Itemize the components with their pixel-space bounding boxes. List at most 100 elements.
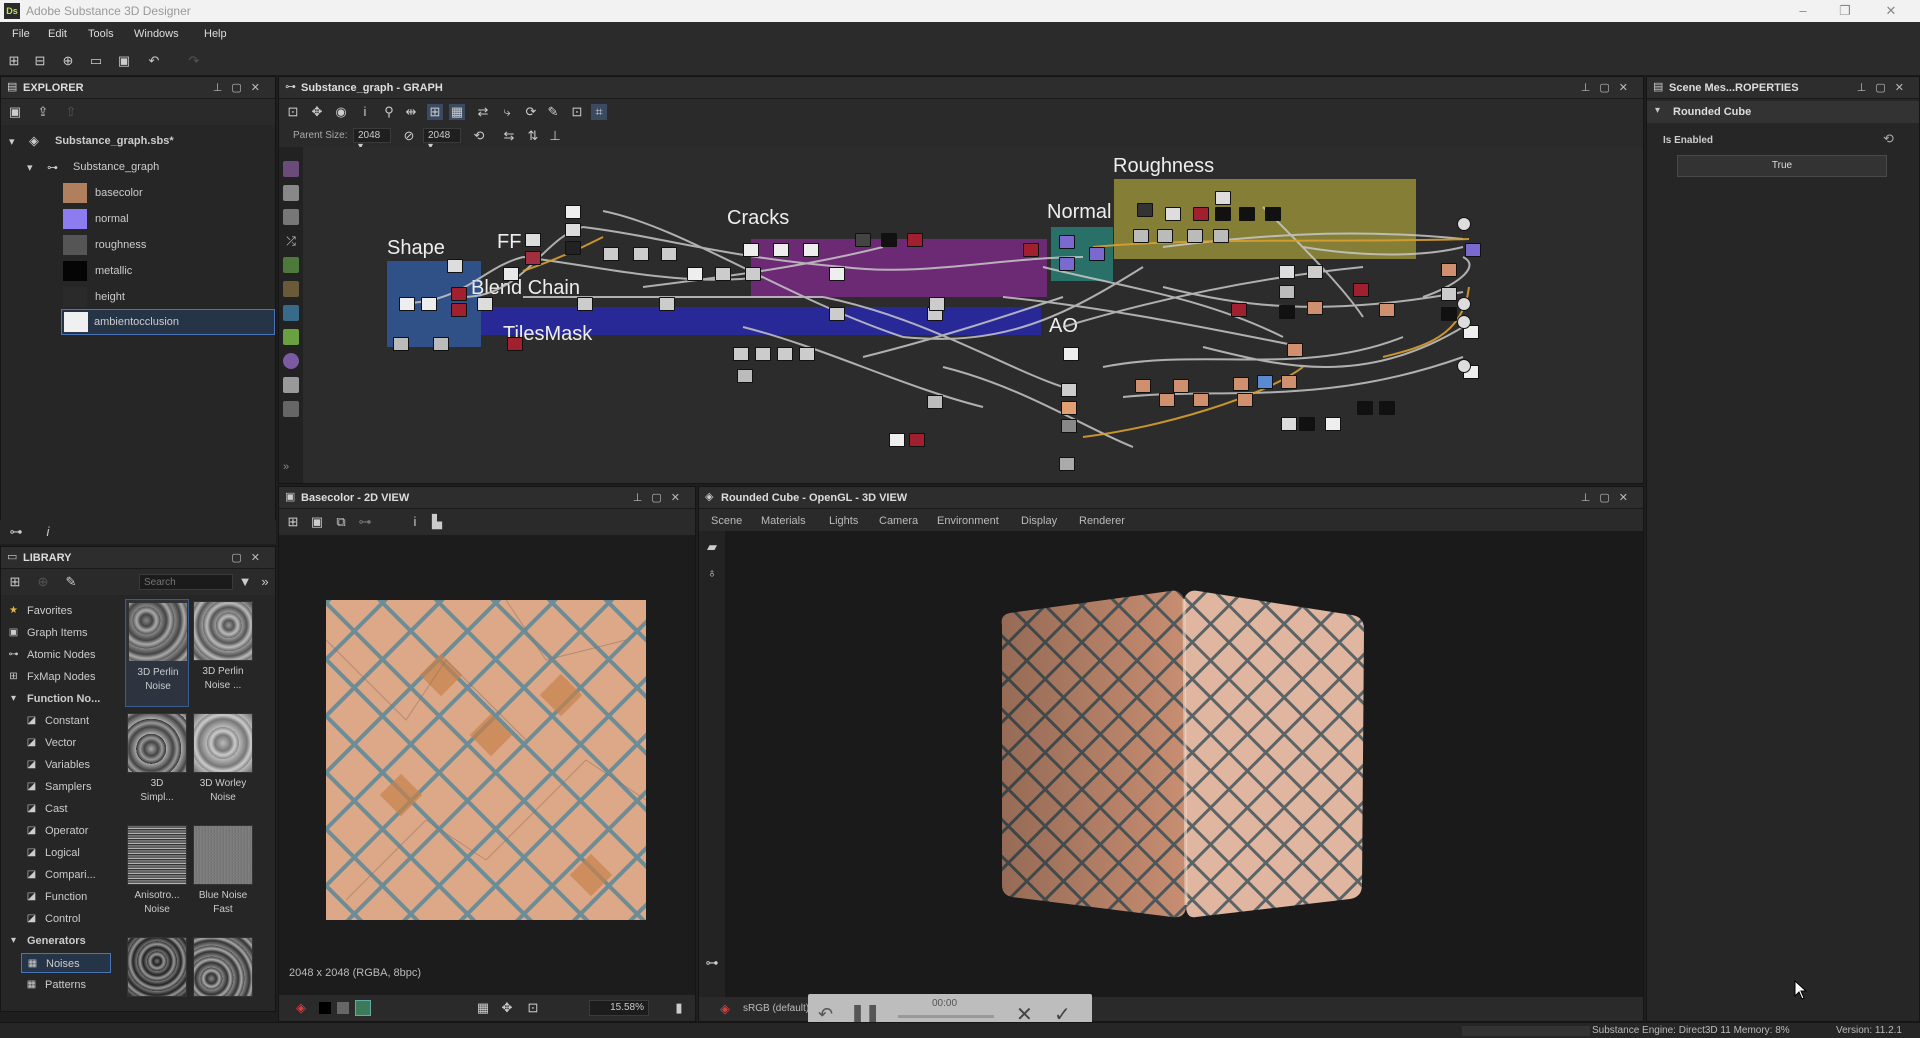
tab-display[interactable]: Display	[1021, 515, 1057, 527]
output-row-ambientocclusion[interactable]: ambientocclusion	[61, 309, 275, 335]
graph-node[interactable]	[1231, 303, 1247, 317]
tab-lights[interactable]: Lights	[829, 515, 858, 527]
graph-node[interactable]	[829, 267, 845, 281]
circle-icon[interactable]	[283, 353, 299, 369]
graph-node[interactable]	[1059, 235, 1075, 249]
library-thumb-noise-8[interactable]	[191, 935, 255, 1001]
graph-node[interactable]	[507, 337, 523, 351]
graph-node[interactable]	[907, 233, 923, 247]
library-tree-icon[interactable]: ⊞	[7, 574, 23, 590]
graph-node[interactable]	[909, 433, 925, 447]
tab-renderer[interactable]: Renderer	[1079, 515, 1125, 527]
graph-node[interactable]	[1441, 307, 1457, 321]
graph-node[interactable]	[1441, 287, 1457, 301]
zoom-field[interactable]: 15.58%	[589, 1000, 649, 1016]
tab-environment[interactable]: Environment	[937, 515, 999, 527]
graph-node[interactable]	[1239, 207, 1255, 221]
graph-node[interactable]	[421, 297, 437, 311]
graph-node[interactable]	[929, 297, 945, 311]
maximize-button[interactable]: ❐	[1830, 2, 1860, 20]
black-background-swatch[interactable]	[319, 1002, 331, 1014]
graph-node[interactable]	[1215, 191, 1231, 205]
graph-node[interactable]	[1353, 283, 1369, 297]
graph-node[interactable]	[715, 267, 731, 281]
colorspace-dropdown[interactable]: sRGB (default)	[743, 1003, 809, 1014]
graph-node[interactable]	[743, 243, 759, 257]
shuffle-icon[interactable]: ⤮	[283, 233, 299, 249]
graph-node[interactable]	[1287, 343, 1303, 357]
export-icon[interactable]: ⇪	[35, 104, 51, 120]
parent-size-dropdown[interactable]: 2048 ▾	[353, 128, 391, 152]
graph-node[interactable]	[1265, 207, 1281, 221]
reset-property-icon[interactable]: ⟲	[1883, 131, 1894, 147]
graph-node[interactable]	[773, 243, 789, 257]
properties-section-header[interactable]: ▾ Rounded Cube	[1647, 101, 1919, 123]
tiling-icon[interactable]: ▦	[475, 1000, 491, 1016]
output-node[interactable]	[1457, 315, 1471, 329]
graph-node[interactable]	[1281, 417, 1297, 431]
pause-icon[interactable]: ❚❚	[850, 1003, 880, 1024]
graph-node[interactable]	[745, 267, 761, 281]
expand-arrow-icon[interactable]: ▾	[7, 934, 20, 947]
graph-node[interactable]	[447, 259, 463, 273]
graph-node[interactable]	[1135, 379, 1151, 393]
library-thumb-anisotropic-noise[interactable]: Anisotro... Noise	[125, 823, 189, 931]
library-search-input[interactable]	[139, 574, 233, 590]
publish-icon[interactable]: ⇧	[63, 104, 79, 120]
panel-buttons[interactable]: ⊥▢✕	[1581, 81, 1637, 94]
graph-node[interactable]	[565, 241, 581, 255]
library-thumb-3d-simplex-noise[interactable]: 3D Simpl...	[125, 711, 189, 819]
tools-icon[interactable]: ✎	[545, 104, 561, 120]
graph-node[interactable]	[1465, 243, 1481, 257]
panel-buttons[interactable]: ⊥▢✕	[213, 81, 269, 94]
graph-node[interactable]	[1193, 393, 1209, 407]
graph-node[interactable]	[565, 205, 581, 219]
save-package-icon[interactable]: ▣	[7, 104, 23, 120]
graph-node[interactable]	[1165, 207, 1181, 221]
graph-node[interactable]	[829, 307, 845, 321]
graph-node[interactable]	[1137, 203, 1153, 217]
pencil-icon[interactable]: ✎	[63, 574, 79, 590]
link-mode-icon[interactable]: ⇄	[475, 104, 491, 120]
hierarchy-icon[interactable]: ⊶	[8, 524, 24, 540]
fit-icon[interactable]: ⊡	[525, 1000, 541, 1016]
output-row-normal[interactable]: normal	[1, 207, 275, 231]
graph-node[interactable]	[1233, 377, 1249, 391]
info-icon[interactable]: i	[407, 514, 423, 530]
snap-icon[interactable]: ⊡	[569, 104, 585, 120]
search-icon[interactable]: ⚲	[381, 104, 397, 120]
library-thumb-3d-perlin-noise[interactable]: 3D Perlin Noise	[125, 599, 189, 707]
graph-node[interactable]	[1379, 401, 1395, 415]
expand-icon[interactable]: »	[283, 461, 289, 473]
graph-node[interactable]	[881, 233, 897, 247]
menu-tools[interactable]: Tools	[88, 28, 114, 40]
graph-node[interactable]	[1357, 401, 1373, 415]
graph-node[interactable]	[803, 243, 819, 257]
menu-help[interactable]: Help	[204, 28, 227, 40]
graph-node[interactable]	[525, 233, 541, 247]
new-package-icon[interactable]: ⊟	[32, 53, 48, 69]
layers-icon[interactable]: ◈	[717, 1001, 733, 1017]
curve-icon[interactable]	[283, 257, 299, 273]
graph-node[interactable]	[661, 247, 677, 261]
graph-node[interactable]	[755, 347, 771, 361]
graph-node[interactable]	[1213, 229, 1229, 243]
panel-buttons[interactable]: ▢✕	[231, 551, 269, 564]
grid-icon[interactable]: ▦	[449, 104, 465, 120]
refresh-icon[interactable]: ⟳	[523, 104, 539, 120]
graph-node[interactable]	[577, 297, 593, 311]
graph-node[interactable]	[633, 247, 649, 261]
atomic-node-icon[interactable]	[283, 161, 299, 177]
filter-icon[interactable]: ▼	[237, 574, 253, 590]
crop-icon[interactable]: ⌗	[591, 104, 607, 120]
graph-node[interactable]	[1061, 401, 1077, 415]
hierarchy-icon[interactable]: ⊶	[704, 955, 720, 971]
output-node[interactable]	[1457, 297, 1471, 311]
graph-node[interactable]	[1379, 303, 1395, 317]
levels-icon[interactable]	[283, 281, 299, 297]
pan-icon[interactable]: ✥	[499, 1000, 515, 1016]
link-size-icon[interactable]: ⊘	[401, 128, 417, 144]
gray-background-swatch[interactable]	[337, 1002, 349, 1014]
library-thumb-blue-noise-fast[interactable]: Blue Noise Fast	[191, 823, 255, 931]
graph-node[interactable]	[1089, 247, 1105, 261]
